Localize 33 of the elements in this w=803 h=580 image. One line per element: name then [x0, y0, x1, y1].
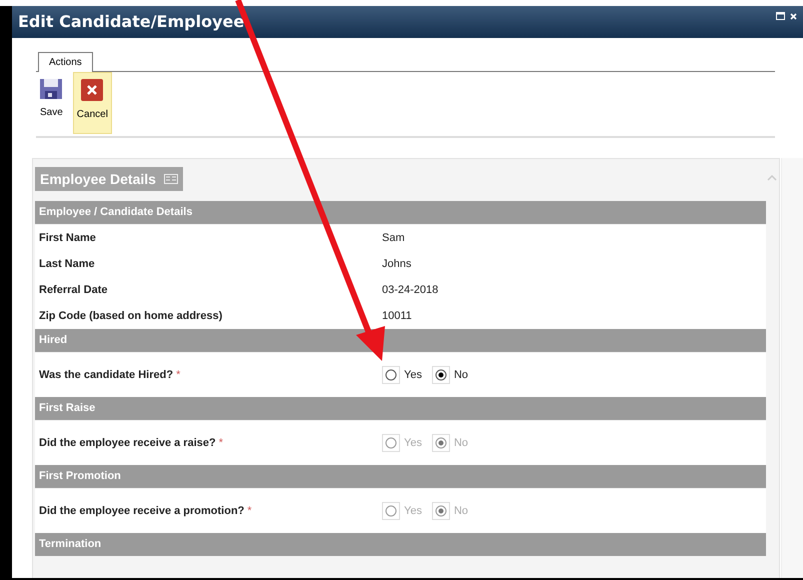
panel-title: Employee Details: [40, 170, 156, 189]
radio-icon: [434, 369, 447, 381]
tab[interactable]: Actions: [38, 52, 93, 72]
window-title: Edit Candidate/Employee: [18, 11, 244, 33]
field-label: Did the employee receive a raise? *: [38, 436, 224, 451]
field-label: Did the employee receive a promotion? *: [38, 504, 253, 519]
field-label: Last Name: [38, 256, 96, 272]
radio-icon: [385, 369, 397, 381]
field-label: Zip Code (based on home address): [38, 308, 224, 324]
field-label: Referral Date: [38, 282, 108, 298]
field-value: Johns: [382, 256, 412, 272]
radio-icon: [385, 505, 397, 517]
close-icon[interactable]: [790, 12, 797, 20]
field-value: Sam: [382, 230, 405, 246]
maximize-icon[interactable]: [776, 12, 785, 20]
section-header: Termination: [35, 533, 766, 557]
field-value: 10011: [382, 308, 412, 324]
scroll-bar[interactable]: [781, 158, 803, 578]
save-button[interactable]: Save: [36, 72, 67, 134]
field-value: 03-24-2018: [382, 282, 438, 298]
cancel-icon: [81, 79, 104, 101]
radio-icon: [434, 437, 447, 449]
cancel-button[interactable]: Cancel: [72, 72, 112, 134]
field-label: First Name: [38, 230, 97, 246]
form-icon: [164, 174, 178, 184]
radio-option[interactable]: Yes: [382, 366, 422, 384]
section-header: Hired: [35, 329, 766, 353]
field-label: Was the candidate Hired? *: [38, 368, 182, 383]
section-header: First Promotion: [35, 465, 766, 489]
section-header: First Raise: [35, 397, 766, 421]
section-header: Employee / Candidate Details: [35, 201, 766, 225]
radio-icon: [385, 437, 397, 449]
radio-icon: [434, 505, 447, 517]
